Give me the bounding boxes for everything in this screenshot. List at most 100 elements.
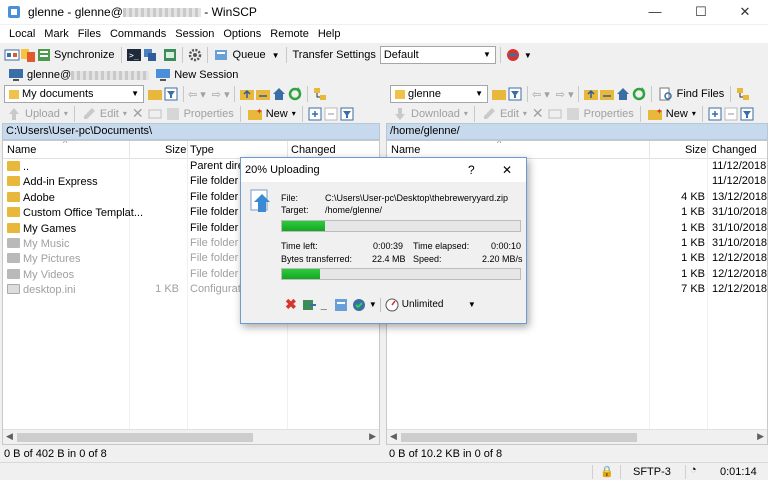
lock-icon: 🔒 xyxy=(600,466,614,478)
properties-button[interactable]: Properties xyxy=(163,104,236,124)
queue-icon[interactable] xyxy=(333,297,349,313)
edit-button[interactable]: Edit ▾ xyxy=(79,104,129,124)
unselect-icon[interactable] xyxy=(323,106,339,122)
refresh-icon[interactable] xyxy=(631,86,647,102)
rename-icon[interactable] xyxy=(547,106,563,122)
menu-commands[interactable]: Commands xyxy=(110,25,166,43)
left-path-bar[interactable]: C:\Users\User-pc\Documents\ xyxy=(2,123,380,140)
transfer-options-icon[interactable] xyxy=(505,47,521,63)
back-icon[interactable]: ⇦ ▾ xyxy=(188,88,206,101)
speed-limit-select[interactable]: Unlimited ▼ xyxy=(402,297,482,313)
parent-folder-icon[interactable] xyxy=(239,86,255,102)
root-folder-icon[interactable] xyxy=(255,86,271,102)
delete-icon[interactable]: ✕ xyxy=(132,105,144,122)
properties-button[interactable]: Properties xyxy=(563,104,636,124)
menu-options[interactable]: Options xyxy=(223,25,261,43)
filter-icon[interactable] xyxy=(507,86,523,102)
upload-button[interactable]: Upload ▾ xyxy=(4,104,70,124)
synchronize-button[interactable]: Synchronize xyxy=(52,45,117,65)
scroll-thumb[interactable] xyxy=(17,433,253,442)
copy-session-icon[interactable] xyxy=(142,47,158,63)
dialog-close-button[interactable]: ✕ xyxy=(502,163,512,177)
scroll-left-icon[interactable]: ◀ xyxy=(390,431,397,442)
column-changed[interactable]: Changed xyxy=(712,144,757,156)
console-icon[interactable]: >_ xyxy=(126,47,142,63)
queue-list-icon[interactable] xyxy=(36,47,52,63)
close-window-button[interactable]: ✕ xyxy=(722,0,768,24)
queue-button[interactable]: Queue ▼ xyxy=(212,45,282,65)
menu-mark[interactable]: Mark xyxy=(44,25,68,43)
column-name[interactable]: Name xyxy=(7,144,36,156)
tree-toggle-icon[interactable] xyxy=(312,86,328,102)
forward-icon[interactable]: ⇨ ▾ xyxy=(212,88,230,101)
edit-button[interactable]: Edit ▾ xyxy=(479,104,529,124)
new-button[interactable]: ✦ New ▾ xyxy=(245,104,298,124)
menu-session[interactable]: Session xyxy=(175,25,214,43)
menu-local[interactable]: Local xyxy=(9,25,35,43)
dialog-title: 20% Uploading xyxy=(245,164,320,176)
bytes-transferred-value: 22.4 MB xyxy=(372,254,406,264)
move-to-background-icon[interactable] xyxy=(301,297,317,313)
left-location-select[interactable]: My documents ▼ xyxy=(4,85,144,103)
right-horizontal-scrollbar[interactable]: ◀ ▶ xyxy=(387,429,767,444)
chevron-down-icon: ▼ xyxy=(467,299,476,309)
forward-icon[interactable]: ⇨ ▾ xyxy=(556,88,574,101)
scroll-left-icon[interactable]: ◀ xyxy=(6,431,13,442)
once-done-icon[interactable] xyxy=(351,297,367,313)
maximize-button[interactable]: ☐ xyxy=(678,0,724,24)
download-button[interactable]: Download ▾ xyxy=(390,104,470,124)
minimize-button[interactable]: — xyxy=(632,0,678,24)
select-all-icon[interactable] xyxy=(707,106,723,122)
column-name[interactable]: Name xyxy=(391,144,420,156)
main-toolbar: Synchronize >_ Queue ▼ Transfer Settings … xyxy=(0,44,768,66)
menu-files[interactable]: Files xyxy=(78,25,101,43)
minimize-dialog-icon[interactable]: _ xyxy=(321,299,327,311)
menu-remote[interactable]: Remote xyxy=(270,25,309,43)
tree-toggle-icon[interactable] xyxy=(735,86,751,102)
column-changed[interactable]: Changed xyxy=(291,144,336,156)
folder-icon xyxy=(7,191,20,202)
find-files-button[interactable]: Find Files xyxy=(656,84,727,104)
filter-selection-icon[interactable] xyxy=(339,106,355,122)
back-icon[interactable]: ⇦ ▾ xyxy=(532,88,550,101)
cancel-icon[interactable]: ✖ xyxy=(285,296,297,313)
chevron-down-icon[interactable]: ▼ xyxy=(369,300,377,309)
column-type[interactable]: Type xyxy=(190,144,214,156)
left-horizontal-scrollbar[interactable]: ◀ ▶ xyxy=(3,429,379,444)
right-location-select[interactable]: glenne ▼ xyxy=(390,85,488,103)
root-folder-icon[interactable] xyxy=(599,86,615,102)
home-icon[interactable] xyxy=(271,86,287,102)
parent-folder-icon[interactable] xyxy=(583,86,599,102)
speed-gauge-icon xyxy=(385,298,399,311)
new-button[interactable]: ✦ New ▾ xyxy=(645,104,698,124)
putty-icon[interactable] xyxy=(162,47,178,63)
select-all-icon[interactable] xyxy=(307,106,323,122)
refresh-icon[interactable] xyxy=(287,86,303,102)
column-size[interactable]: Size xyxy=(685,144,706,156)
delete-icon[interactable]: ✕ xyxy=(532,105,544,122)
help-button[interactable]: ? xyxy=(468,163,475,177)
column-size[interactable]: Size xyxy=(165,144,186,156)
separator xyxy=(120,47,122,63)
scroll-thumb[interactable] xyxy=(401,433,637,442)
compare-icon[interactable] xyxy=(20,47,36,63)
home-icon[interactable] xyxy=(615,86,631,102)
menu-help[interactable]: Help xyxy=(318,25,341,43)
new-window-icon[interactable] xyxy=(4,47,20,63)
open-folder-icon[interactable] xyxy=(147,86,163,102)
open-folder-icon[interactable] xyxy=(491,86,507,102)
scroll-right-icon[interactable]: ▶ xyxy=(757,431,764,442)
filter-icon[interactable] xyxy=(163,86,179,102)
scroll-right-icon[interactable]: ▶ xyxy=(369,431,376,442)
filter-selection-icon[interactable] xyxy=(739,106,755,122)
unselect-icon[interactable] xyxy=(723,106,739,122)
protocol-indicator[interactable]: SFTP-3 xyxy=(633,466,671,478)
right-path-bar[interactable]: /home/glenne/ xyxy=(386,123,768,140)
rename-icon[interactable] xyxy=(147,106,163,122)
transfer-preset-select[interactable]: Default ▼ xyxy=(379,46,496,64)
total-progress-fill xyxy=(282,269,321,279)
tab-new-session[interactable]: New Session xyxy=(153,65,240,85)
tab-session-glenne[interactable]: glenne@ xyxy=(6,65,151,85)
chevron-down-icon[interactable]: ▼ xyxy=(524,51,532,60)
gear-icon[interactable] xyxy=(187,47,203,63)
